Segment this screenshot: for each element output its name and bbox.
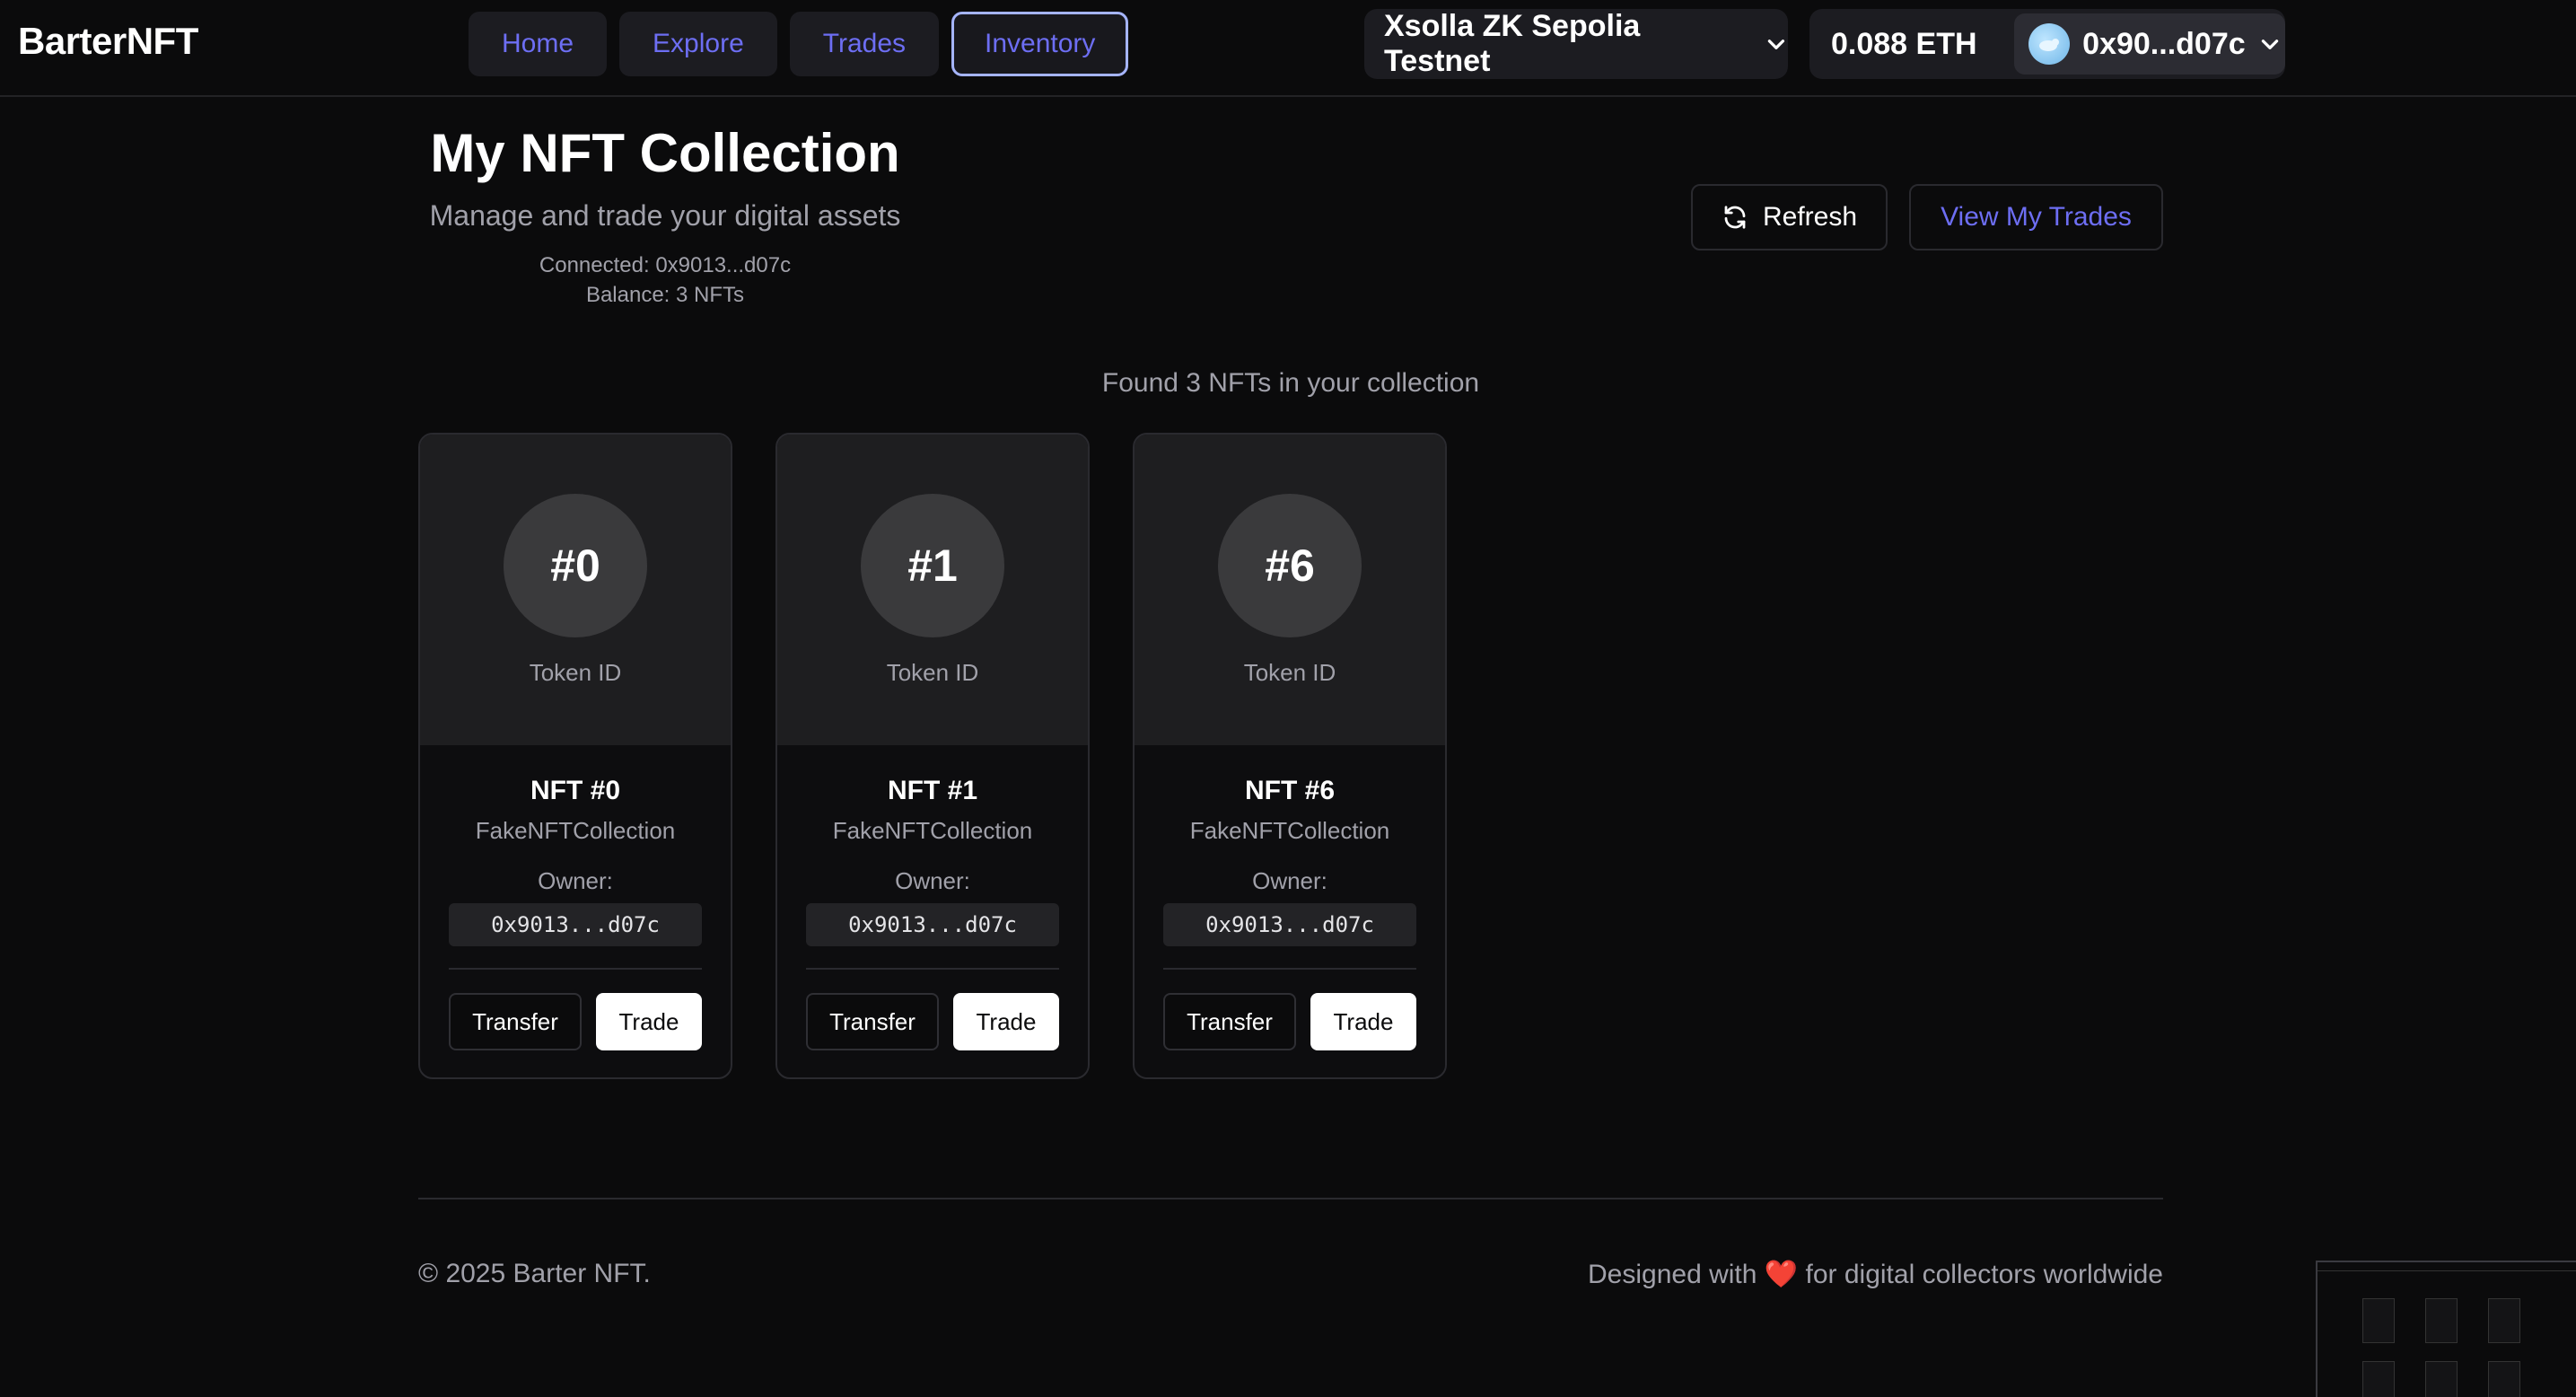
nav-trades[interactable]: Trades: [789, 12, 940, 76]
nft-name: NFT #6: [1244, 776, 1336, 805]
owner-label: Owner:: [1252, 867, 1327, 894]
footer-copyright: © 2025 Barter NFT.: [418, 1259, 651, 1288]
account-button[interactable]: 0x90...d07c: [2014, 13, 2285, 75]
nav-inventory[interactable]: Inventory: [951, 12, 1129, 76]
owner-label: Owner:: [538, 867, 613, 894]
refresh-icon: [1724, 206, 1746, 229]
nft-collection: FakeNFTCollection: [832, 817, 1033, 844]
nft-balance: Balance: 3 NFTs: [585, 283, 745, 307]
trade-button[interactable]: Trade: [953, 993, 1059, 1050]
card-divider: [449, 968, 702, 970]
token-id-label: Token ID: [886, 659, 979, 686]
results-count: Found 3 NFTs in your collection: [1101, 368, 1480, 398]
minimap-card: [2425, 1298, 2458, 1343]
trade-button[interactable]: Trade: [596, 993, 702, 1050]
minimap-card: [2425, 1361, 2458, 1397]
refresh-button[interactable]: Refresh: [1691, 184, 1888, 250]
token-id-label: Token ID: [1243, 659, 1336, 686]
owner-address: 0x9013...d07c: [806, 903, 1059, 946]
transfer-button[interactable]: Transfer: [1163, 993, 1296, 1050]
owner-address: 0x9013...d07c: [1163, 903, 1416, 946]
network-selector-button[interactable]: Xsolla ZK Sepolia Testnet: [1364, 9, 1788, 79]
page-subtitle: Manage and trade your digital assets: [429, 199, 901, 232]
nft-card-preview: #1 Token ID: [777, 435, 1088, 745]
brand-logo[interactable]: BarterNFT: [18, 20, 198, 63]
token-badge: #6: [1218, 494, 1362, 637]
minimap-header: [2318, 1262, 2576, 1271]
nft-name: NFT #1: [887, 776, 978, 805]
top-navbar: BarterNFT Home Explore Trades Inventory …: [0, 0, 2576, 97]
owner-address: 0x9013...d07c: [449, 903, 702, 946]
nft-collection: FakeNFTCollection: [1189, 817, 1390, 844]
token-badge: #0: [504, 494, 647, 637]
eth-balance: 0.088 ETH: [1831, 26, 1977, 61]
transfer-button[interactable]: Transfer: [449, 993, 582, 1050]
minimap-card: [2488, 1361, 2520, 1397]
card-divider: [1163, 968, 1416, 970]
view-my-trades-button[interactable]: View My Trades: [1909, 184, 2163, 250]
account-address: 0x90...d07c: [2082, 26, 2246, 61]
nft-collection: FakeNFTCollection: [475, 817, 676, 844]
wallet-group: 0.088 ETH 0x90...d07c: [1809, 9, 2285, 79]
nft-card: #0 Token ID NFT #0 FakeNFTCollection Own…: [418, 433, 732, 1079]
owner-label: Owner:: [895, 867, 970, 894]
refresh-label: Refresh: [1762, 202, 1858, 232]
connected-address: Connected: 0x9013...d07c: [539, 253, 792, 277]
page-title: My NFT Collection: [430, 123, 900, 183]
transfer-button[interactable]: Transfer: [806, 993, 939, 1050]
card-divider: [806, 968, 1059, 970]
nft-card: #6 Token ID NFT #6 FakeNFTCollection Own…: [1133, 433, 1447, 1079]
footer-divider: [418, 1198, 2163, 1199]
minimap-card: [2362, 1361, 2395, 1397]
minimap-card: [2362, 1298, 2395, 1343]
nav-explore[interactable]: Explore: [619, 12, 777, 76]
main-nav: Home Explore Trades Inventory: [469, 12, 1129, 76]
network-name: Xsolla ZK Sepolia Testnet: [1384, 9, 1641, 78]
trade-button[interactable]: Trade: [1310, 993, 1416, 1050]
chevron-down-icon: [2261, 40, 2278, 49]
nft-card: #1 Token ID NFT #1 FakeNFTCollection Own…: [775, 433, 1090, 1079]
tagline-suffix: for digital collectors worldwide: [1805, 1260, 2164, 1289]
nft-card-preview: #0 Token ID: [420, 435, 731, 745]
nav-home[interactable]: Home: [469, 12, 608, 76]
chevron-down-icon: [1767, 40, 1785, 49]
nft-name: NFT #0: [530, 776, 621, 805]
minimap-card: [2488, 1298, 2520, 1343]
avatar-icon: [2028, 23, 2071, 65]
token-badge: #1: [861, 494, 1004, 637]
tagline-prefix: Designed with: [1588, 1260, 1757, 1289]
nft-card-preview: #6 Token ID: [1135, 435, 1445, 745]
heart-icon: ❤️: [1764, 1260, 1799, 1289]
page-minimap[interactable]: [2316, 1261, 2576, 1397]
token-id-label: Token ID: [529, 659, 622, 686]
footer-tagline: Designed with ❤️ for digital collectors …: [1588, 1259, 2163, 1290]
